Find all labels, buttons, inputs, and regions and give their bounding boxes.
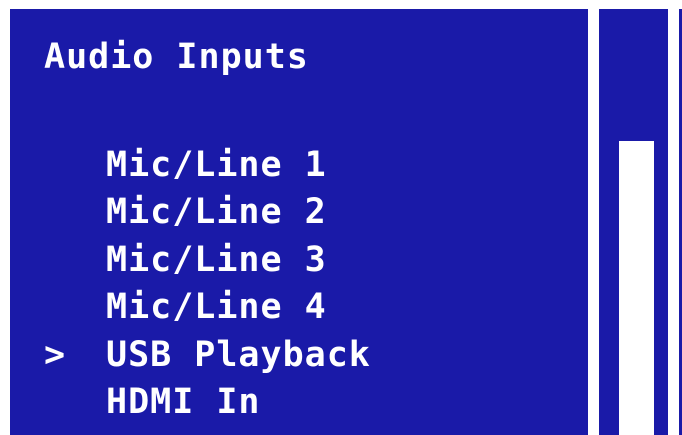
level-meter-fill — [619, 141, 654, 435]
menu-item-usb-playback[interactable]: > USB Playback — [44, 331, 371, 379]
input-list: Mic/Line 1 Mic/Line 2 Mic/Line 3 Mic/Lin… — [44, 141, 371, 426]
audio-inputs-menu: Audio Inputs Mic/Line 1 Mic/Line 2 Mic/L… — [10, 9, 588, 435]
menu-item-mic-line-3[interactable]: Mic/Line 3 — [44, 236, 371, 284]
menu-item-label: HDMI In — [106, 382, 261, 423]
menu-item-label: Mic/Line 4 — [106, 287, 327, 328]
menu-title: Audio Inputs — [44, 37, 309, 77]
menu-item-hdmi-in[interactable]: HDMI In — [44, 379, 371, 427]
selection-cursor-icon: > — [44, 334, 67, 375]
meter-border-right — [668, 9, 679, 435]
meter-border-left — [588, 9, 599, 435]
menu-item-label: Mic/Line 1 — [106, 144, 327, 185]
level-meter — [599, 9, 668, 435]
menu-item-label: Mic/Line 2 — [106, 192, 327, 233]
menu-item-mic-line-2[interactable]: Mic/Line 2 — [44, 189, 371, 237]
device-screen: Audio Inputs Mic/Line 1 Mic/Line 2 Mic/L… — [10, 9, 682, 435]
menu-item-mic-line-4[interactable]: Mic/Line 4 — [44, 284, 371, 332]
menu-item-label: Mic/Line 3 — [106, 239, 327, 280]
menu-item-label: USB Playback — [106, 334, 371, 375]
menu-item-mic-line-1[interactable]: Mic/Line 1 — [44, 141, 371, 189]
